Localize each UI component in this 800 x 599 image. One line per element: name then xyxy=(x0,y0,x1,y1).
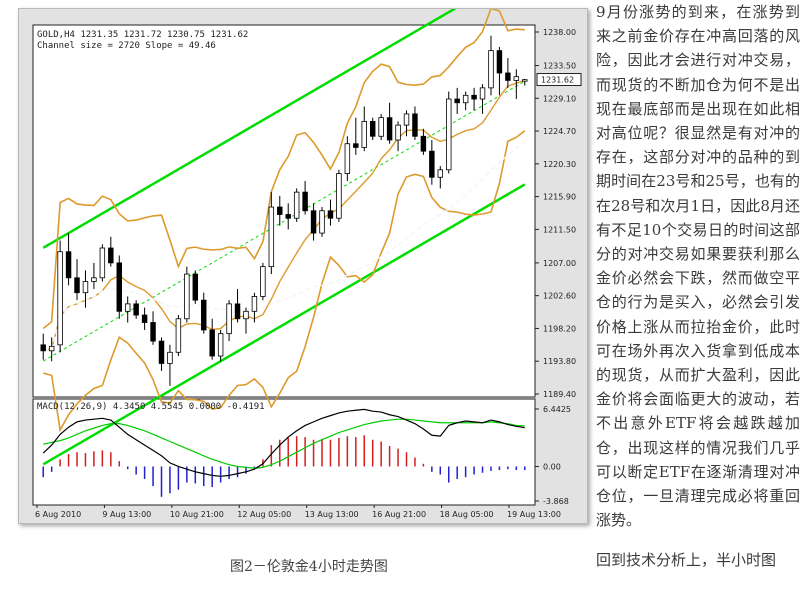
candle-body xyxy=(124,303,131,312)
candle-body xyxy=(344,143,351,174)
candle-body xyxy=(40,344,46,352)
candle-body xyxy=(82,281,89,294)
price-tick-label: 1207.00 xyxy=(543,259,576,268)
candle-body xyxy=(437,169,444,178)
candle-body xyxy=(336,173,342,219)
candle-body xyxy=(226,303,232,335)
candle-body xyxy=(454,98,460,104)
candle-body xyxy=(319,210,325,234)
candle-body xyxy=(65,251,72,279)
candle-body xyxy=(496,50,503,74)
candle-body xyxy=(522,79,528,82)
candle-body xyxy=(386,117,393,141)
candle-body xyxy=(369,120,376,137)
price-tick-label: 1193.80 xyxy=(543,357,576,366)
time-tick-label: 10 Aug 21:00 xyxy=(170,510,224,519)
candle-body xyxy=(378,117,384,137)
candle-body xyxy=(91,277,97,282)
price-tick-label: 1198.20 xyxy=(543,324,576,333)
candle-body xyxy=(361,120,367,148)
candle-body xyxy=(302,191,308,212)
candle-body xyxy=(48,345,55,352)
price-tick-label: 1202.60 xyxy=(543,292,576,301)
candle-body xyxy=(353,143,359,148)
candle-body xyxy=(57,251,63,346)
chart-frame: 1238.00 1233.50 1229.10 1224.70 1220.30 1215.… xyxy=(18,8,588,524)
candle-body xyxy=(150,322,156,342)
current-price-label: 1231.62 xyxy=(541,76,574,85)
candle-body xyxy=(412,113,418,137)
candle-body xyxy=(327,210,334,219)
candle-body xyxy=(192,273,199,301)
macd-panel xyxy=(32,398,536,506)
price-tick-label: 1229.10 xyxy=(543,94,576,103)
candle-body xyxy=(471,94,477,100)
price-tick-label: 1233.50 xyxy=(543,62,576,71)
figure-caption: 图2－伦敦金4小时走势图 xyxy=(230,559,388,575)
time-tick-label: 19 Aug 13:00 xyxy=(507,510,561,519)
candle-body xyxy=(513,76,520,81)
price-tick-label: 1189.40 xyxy=(543,390,576,399)
candle-body xyxy=(184,273,190,320)
candle-body xyxy=(420,135,427,152)
candle-body xyxy=(158,340,165,364)
candle-body xyxy=(479,87,486,100)
time-tick-label: 12 Aug 05:00 xyxy=(237,510,291,519)
instrument-header: GOLD,H4 1231.35 1231.72 1230.75 1231.62 xyxy=(37,30,248,40)
candle-body xyxy=(395,124,401,141)
candle-body xyxy=(310,210,317,234)
article-paragraph: 9月份涨势的到来，在涨势到来之前金价存在冲高回落的风险，因此才会进行对冲交易，而… xyxy=(596,3,800,530)
price-tick-label: 1215.90 xyxy=(543,193,576,202)
candle-body xyxy=(268,206,275,268)
article-text: 9月份涨势的到来，在涨势到来之前金价存在冲高回落的风险，因此才会进行对冲交易，而… xyxy=(596,0,800,599)
candle-body xyxy=(217,333,224,357)
candle-body xyxy=(209,329,215,357)
candle-body xyxy=(234,303,241,320)
macd-tick-label: -3.868 xyxy=(543,497,569,506)
candle-body xyxy=(116,262,122,312)
candle-body xyxy=(488,50,494,89)
candle-body xyxy=(429,150,435,178)
article-paragraph: 回到技术分析上，半小时图 xyxy=(596,551,777,570)
macd-label: MACD(12,26,9) 4.3450 4.5545 0.0000 -0.41… xyxy=(37,402,265,412)
macd-tick-label: 0.00 xyxy=(543,462,561,471)
price-tick-label: 1220.30 xyxy=(543,160,576,169)
candle-body xyxy=(251,296,258,312)
candle-body xyxy=(243,310,249,320)
time-tick-label: 6 Aug 2010 xyxy=(35,510,81,519)
candle-body xyxy=(99,247,106,279)
candle-body xyxy=(167,351,173,364)
candle-body xyxy=(133,303,139,316)
candle-body xyxy=(260,266,266,297)
candle-body xyxy=(201,299,207,331)
time-tick-label: 18 Aug 05:00 xyxy=(440,510,494,519)
candle-body xyxy=(285,214,291,219)
candle-body xyxy=(175,318,182,353)
price-tick-label: 1224.70 xyxy=(543,127,576,136)
gold-h4-chart: 1238.00 1233.50 1229.10 1224.70 1220.30 1215.… xyxy=(32,9,582,519)
candle-body xyxy=(293,191,300,219)
candle-body xyxy=(141,314,148,323)
candle-body xyxy=(446,98,452,171)
price-tick-label: 1238.00 xyxy=(543,28,576,37)
candle-body xyxy=(108,247,114,264)
candle-body xyxy=(74,277,80,294)
channel-info: Channel size = 2720 Slope = 49.46 xyxy=(37,41,216,51)
price-tick-label: 1211.50 xyxy=(543,225,576,234)
time-tick-label: 13 Aug 13:00 xyxy=(305,510,359,519)
macd-tick-label: 6.4425 xyxy=(543,405,571,414)
time-tick-label: 16 Aug 21:00 xyxy=(372,510,426,519)
candle-body xyxy=(505,72,511,81)
candle-body xyxy=(462,94,469,104)
time-tick-label: 9 Aug 13:00 xyxy=(102,510,151,519)
candle-body xyxy=(403,113,410,126)
candle-body xyxy=(277,206,283,215)
